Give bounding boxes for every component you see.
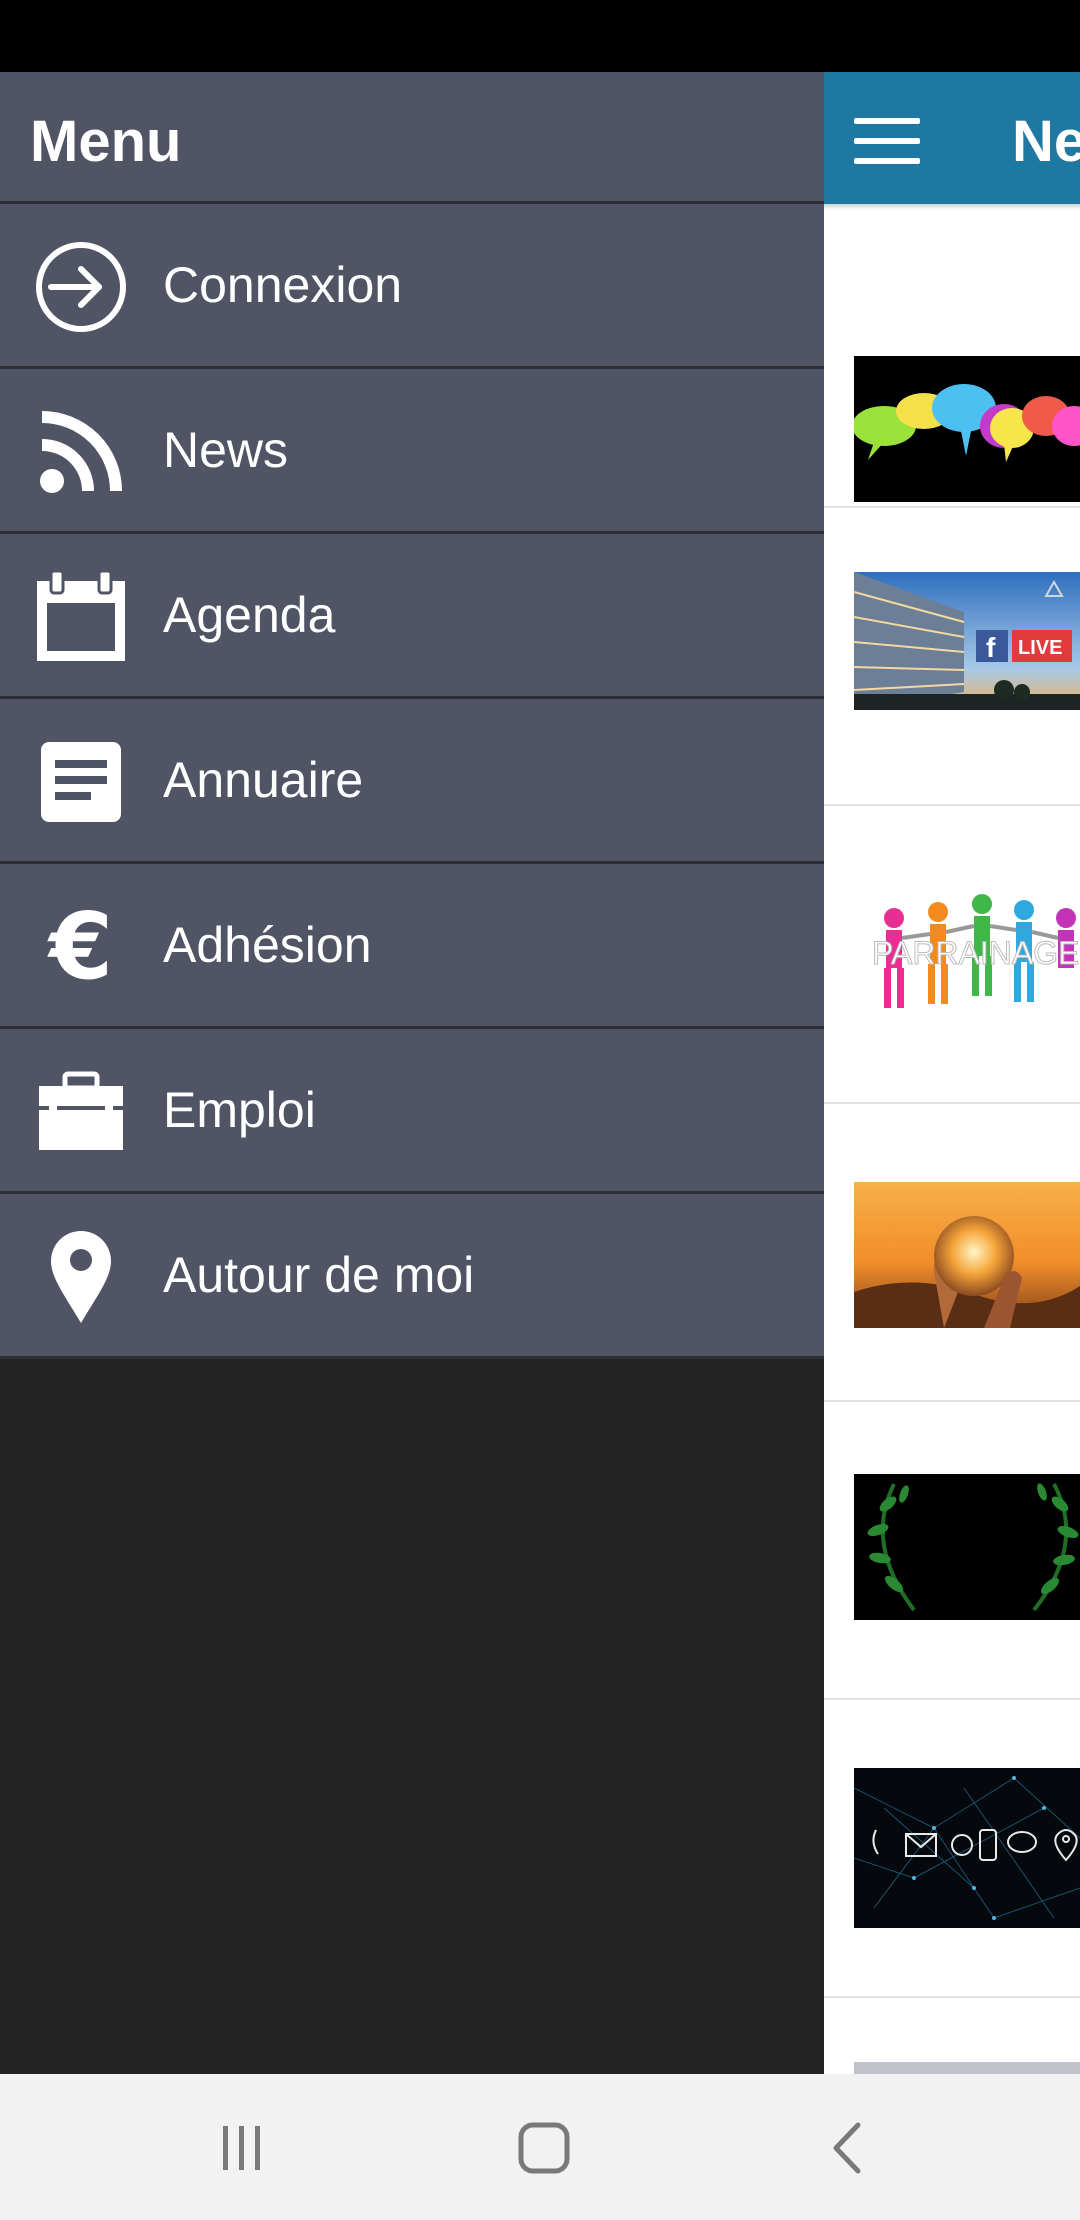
crystal-ball-sunset-image bbox=[854, 1182, 1080, 1328]
back-button[interactable] bbox=[818, 2118, 878, 2178]
login-icon bbox=[30, 238, 132, 336]
menu-item-news[interactable]: News bbox=[0, 369, 824, 534]
news-list-item[interactable] bbox=[824, 1998, 1080, 2074]
news-list-item[interactable]: PARRAINAGE bbox=[824, 806, 1080, 1104]
hamburger-menu-icon[interactable] bbox=[854, 118, 920, 164]
menu-item-annuaire[interactable]: Annuaire bbox=[0, 699, 824, 864]
recent-apps-icon bbox=[223, 2126, 260, 2170]
menu-item-label: Annuaire bbox=[163, 752, 364, 808]
navigation-drawer: Menu Connexion News Agenda Annuaire € Ad… bbox=[0, 72, 824, 2074]
news-page-title: News bbox=[1012, 109, 1080, 174]
home-icon bbox=[518, 2122, 570, 2174]
back-icon bbox=[833, 2122, 861, 2174]
menu-item-agenda[interactable]: Agenda bbox=[0, 534, 824, 699]
menu-item-connexion[interactable]: Connexion bbox=[0, 204, 824, 369]
menu-item-label: Adhésion bbox=[163, 917, 372, 973]
network-contact-icons-image bbox=[854, 1768, 1080, 1928]
menu-item-label: News bbox=[163, 422, 289, 478]
euro-icon: € bbox=[48, 893, 113, 1000]
calendar-icon bbox=[30, 568, 132, 666]
parrainage-people-image: PARRAINAGE bbox=[854, 894, 1080, 1014]
laurel-wreath-image bbox=[854, 1474, 1080, 1620]
facebook-live-building-image: f LIVE bbox=[854, 572, 1080, 710]
recent-apps-button[interactable] bbox=[212, 2118, 272, 2178]
drawer-title: Menu bbox=[30, 109, 182, 174]
live-badge-text: LIVE bbox=[1018, 637, 1062, 659]
home-button[interactable] bbox=[514, 2118, 574, 2178]
news-list-item[interactable] bbox=[824, 1402, 1080, 1700]
status-bar bbox=[0, 0, 1080, 72]
menu-item-label: Connexion bbox=[163, 257, 403, 313]
location-pin-icon bbox=[30, 1228, 132, 1326]
menu-item-label: Agenda bbox=[163, 587, 336, 643]
menu-item-adhesion[interactable]: € Adhésion bbox=[0, 864, 824, 1029]
svg-text:f: f bbox=[986, 632, 996, 663]
menu-item-emploi[interactable]: Emploi bbox=[0, 1029, 824, 1194]
menu-item-autour-de-moi[interactable]: Autour de moi bbox=[0, 1194, 824, 1359]
menu-list: Connexion News Agenda Annuaire € Adhésio… bbox=[0, 204, 824, 1359]
news-page: News bbox=[824, 72, 1080, 2074]
system-navigation-bar bbox=[0, 2074, 1080, 2220]
drawer-header: Menu bbox=[0, 72, 824, 204]
news-list-item[interactable] bbox=[824, 1104, 1080, 1402]
document-icon bbox=[30, 733, 132, 831]
news-list-item[interactable] bbox=[824, 1700, 1080, 1998]
partial-image bbox=[854, 2062, 1080, 2074]
news-list-item[interactable]: f LIVE bbox=[824, 508, 1080, 806]
news-list-item[interactable] bbox=[824, 210, 1080, 508]
news-header: News bbox=[824, 72, 1080, 204]
menu-item-label: Autour de moi bbox=[163, 1247, 475, 1303]
speech-bubbles-image bbox=[854, 356, 1080, 502]
parrainage-text: PARRAINAGE bbox=[872, 935, 1079, 971]
rss-icon bbox=[30, 403, 132, 501]
menu-item-label: Emploi bbox=[163, 1082, 316, 1138]
briefcase-icon bbox=[30, 1063, 132, 1161]
